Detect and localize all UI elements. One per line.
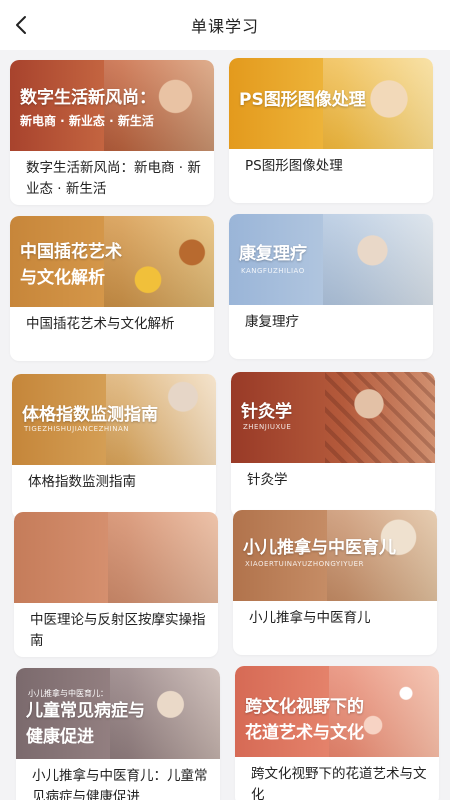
course-title: 体格指数监测指南 — [28, 474, 136, 490]
thumb-pinyin: KANGFUZHILIAO — [241, 267, 305, 275]
course-thumbnail: 小儿推拿与中医育儿 XIAOERTUINAYUZHONGYIYUER — [233, 510, 437, 601]
course-thumbnail: 小儿推拿与中医育儿： 儿童常见病症与 健康促进 — [16, 668, 220, 759]
course-title: 中医理论与反射区按摩实操指南 — [30, 612, 206, 649]
course-thumbnail: 康复理疗 KANGFUZHILIAO — [229, 214, 433, 305]
thumb-title-line1: 康复理疗 — [239, 244, 307, 264]
thumb-title-line1: 数字生活新风尚： — [20, 88, 156, 108]
course-thumbnail: PS图形图像处理 — [229, 58, 433, 149]
course-card[interactable]: 中国插花艺术 与文化解析 中国插花艺术与文化解析 — [10, 216, 214, 361]
course-card[interactable]: 小儿推拿与中医育儿： 儿童常见病症与 健康促进 小儿推拿与中医育儿：儿童常见病症… — [16, 668, 220, 800]
course-thumbnail: 针灸学 ZHENJIUXUE — [231, 372, 435, 463]
thumb-title-line1: 体格指数监测指南 — [22, 405, 158, 425]
thumb-title-line1: 儿童常见病症与 — [26, 701, 145, 721]
course-thumbnail — [14, 512, 218, 603]
course-card[interactable]: 针灸学 ZHENJIUXUE 针灸学 — [231, 372, 435, 517]
course-card[interactable]: 中医理论与反射区按摩实操指南 — [14, 512, 218, 657]
course-grid: 数字生活新风尚： 新电商 · 新业态 · 新生活 数字生活新风尚：新电商 · 新… — [0, 50, 450, 800]
course-card[interactable]: PS图形图像处理 PS图形图像处理 — [229, 58, 433, 203]
course-title: 小儿推拿与中医育儿：儿童常见病症与健康促进 — [32, 768, 208, 800]
thumb-title-line1: PS图形图像处理 — [239, 90, 366, 110]
course-thumbnail: 跨文化视野下的 花道艺术与文化 — [235, 666, 439, 757]
chevron-left-icon — [16, 16, 26, 34]
course-title: 数字生活新风尚：新电商 · 新业态 · 新生活 — [26, 160, 201, 197]
top-bar: 单课学习 — [0, 0, 450, 50]
course-title: 小儿推拿与中医育儿 — [249, 610, 371, 626]
thumb-title-line1: 小儿推拿与中医育儿 — [243, 538, 396, 558]
course-title: 康复理疗 — [245, 314, 299, 330]
thumb-pinyin: ZHENJIUXUE — [243, 423, 292, 431]
course-title: 中国插花艺术与文化解析 — [26, 316, 175, 332]
course-card[interactable]: 数字生活新风尚： 新电商 · 新业态 · 新生活 数字生活新风尚：新电商 · 新… — [10, 60, 214, 205]
course-card[interactable]: 康复理疗 KANGFUZHILIAO 康复理疗 — [229, 214, 433, 359]
thumb-title-line1: 针灸学 — [241, 402, 292, 422]
course-thumbnail: 体格指数监测指南 TIGEZHISHUJIANCEZHINAN — [12, 374, 216, 465]
thumb-title-line1: 中国插花艺术 — [20, 242, 122, 262]
thumb-pinyin: TIGEZHISHUJIANCEZHINAN — [24, 425, 129, 433]
course-card[interactable]: 小儿推拿与中医育儿 XIAOERTUINAYUZHONGYIYUER 小儿推拿与… — [233, 510, 437, 655]
course-title: 针灸学 — [247, 472, 288, 488]
thumb-title-line2: 健康促进 — [26, 727, 94, 747]
course-thumbnail: 数字生活新风尚： 新电商 · 新业态 · 新生活 — [10, 60, 214, 151]
course-title: PS图形图像处理 — [245, 158, 343, 174]
course-card[interactable]: 跨文化视野下的 花道艺术与文化 跨文化视野下的花道艺术与文化 — [235, 666, 439, 800]
course-card[interactable]: 体格指数监测指南 TIGEZHISHUJIANCEZHINAN 体格指数监测指南 — [12, 374, 216, 519]
thumb-title-line2: 新电商 · 新业态 · 新生活 — [20, 114, 154, 128]
back-button[interactable] — [6, 10, 36, 40]
page-title: 单课学习 — [190, 17, 259, 36]
thumb-pre-title: 小儿推拿与中医育儿： — [28, 689, 108, 698]
thumb-pinyin: XIAOERTUINAYUZHONGYIYUER — [245, 560, 364, 568]
thumb-title-line2: 与文化解析 — [20, 268, 105, 288]
thumb-title-line2: 花道艺术与文化 — [245, 723, 364, 743]
course-thumbnail: 中国插花艺术 与文化解析 — [10, 216, 214, 307]
course-title: 跨文化视野下的花道艺术与文化 — [251, 766, 427, 800]
thumb-title-line1: 跨文化视野下的 — [245, 697, 364, 717]
